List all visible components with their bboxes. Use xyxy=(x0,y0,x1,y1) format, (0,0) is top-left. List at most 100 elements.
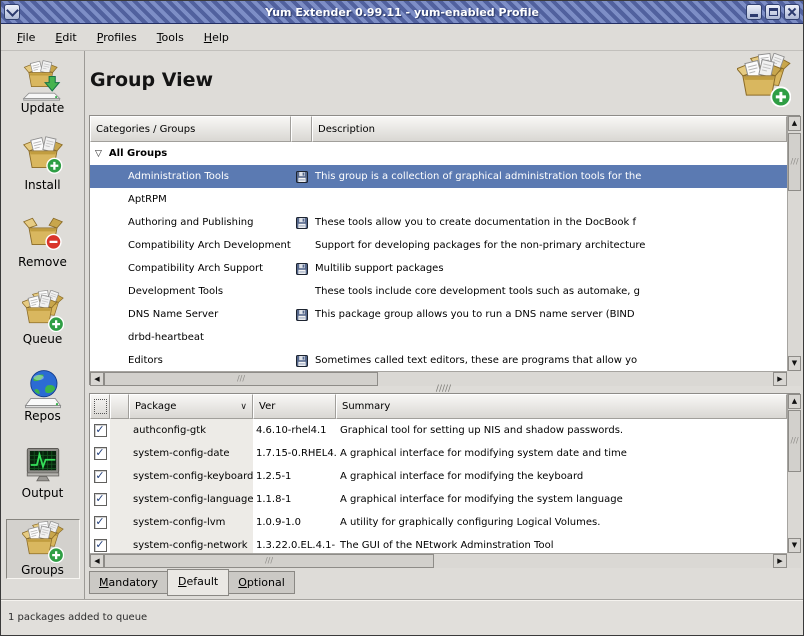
menu-file[interactable]: File xyxy=(7,27,45,48)
package-row[interactable]: ✓ system-config-lvm 1.0.9-1.0 A utility … xyxy=(90,511,787,534)
scrollbar-thumb[interactable]: /// xyxy=(104,372,378,386)
install-icon xyxy=(22,136,64,178)
package-checkbox[interactable]: ✓ xyxy=(94,539,107,552)
column-header-icon[interactable] xyxy=(291,116,312,142)
scrollbar-thumb[interactable]: /// xyxy=(104,554,434,568)
column-header-description[interactable]: Description xyxy=(312,116,787,142)
groups-icon xyxy=(22,521,64,563)
sidebar-item-update[interactable]: Update xyxy=(7,57,79,117)
package-table: Package∨ Ver Summary ✓ authconfig-gtk 4.… xyxy=(89,393,800,567)
package-vertical-scrollbar[interactable]: ▲ /// ▼ xyxy=(787,394,801,553)
sidebar: Update Install Remove Queue xyxy=(1,51,85,599)
sidebar-label: Groups xyxy=(21,563,64,577)
sidebar-item-queue[interactable]: Queue xyxy=(7,288,79,348)
expander-icon[interactable]: ▽ xyxy=(95,149,102,159)
package-row[interactable]: ✓ system-config-keyboard 1.2.5-1 A graph… xyxy=(90,465,787,488)
package-row[interactable]: ✓ system-config-network 1.3.22.0.EL.4.1-… xyxy=(90,534,787,553)
package-row[interactable]: ✓ system-config-date 1.7.15-0.RHEL4.1 A … xyxy=(90,442,787,465)
maximize-icon xyxy=(769,8,778,16)
column-header-summary[interactable]: Summary xyxy=(336,394,787,419)
group-row[interactable]: DNS Name Server This package group allow… xyxy=(90,303,787,326)
package-checkbox[interactable]: ✓ xyxy=(94,424,107,437)
sidebar-item-remove[interactable]: Remove xyxy=(7,211,79,271)
sidebar-item-output[interactable]: Output xyxy=(7,442,79,502)
group-view-icon xyxy=(737,53,791,107)
window-menu-button[interactable] xyxy=(4,4,20,20)
scroll-right-button[interactable]: ▶ xyxy=(773,372,787,386)
sidebar-label: Update xyxy=(21,101,64,115)
tree-vertical-scrollbar[interactable]: ▲ /// ▼ xyxy=(787,116,801,371)
scroll-down-button[interactable]: ▼ xyxy=(788,356,801,371)
group-row[interactable]: AptRPM xyxy=(90,188,787,211)
group-tree-header: Categories / Groups Description xyxy=(90,116,787,142)
group-row[interactable]: Compatibility Arch Support Multilib supp… xyxy=(90,257,787,280)
minimize-icon xyxy=(750,14,758,17)
content-area: Group View Categories / Groups Descripti… xyxy=(85,51,803,599)
package-row[interactable]: ✓ authconfig-gtk 4.6.10-rhel4.1 Graphica… xyxy=(90,419,787,442)
package-horizontal-scrollbar[interactable]: ◀ /// ▶ xyxy=(90,553,787,568)
package-row[interactable]: ✓ system-config-language 1.1.8-1 A graph… xyxy=(90,488,787,511)
group-row[interactable]: Compatibility Arch Development Support S… xyxy=(90,234,787,257)
column-header-blank[interactable] xyxy=(110,394,129,419)
scrollbar-thumb[interactable]: /// xyxy=(788,133,801,191)
column-header-ver[interactable]: Ver xyxy=(253,394,336,419)
titlebar[interactable]: Yum Extender 0.99.11 - yum-enabled Profi… xyxy=(1,1,803,24)
scroll-left-button[interactable]: ◀ xyxy=(90,554,104,568)
sidebar-label: Repos xyxy=(24,409,60,423)
group-row[interactable]: Authoring and Publishing These tools all… xyxy=(90,211,787,234)
menu-edit[interactable]: Edit xyxy=(45,27,86,48)
page-title: Group View xyxy=(90,69,213,91)
scroll-right-button[interactable]: ▶ xyxy=(773,554,787,568)
main-area: Update Install Remove Queue xyxy=(1,51,803,599)
package-type-tabs: Mandatory Default Optional xyxy=(89,569,294,596)
scrollbar-thumb[interactable]: /// xyxy=(788,410,801,472)
sidebar-item-groups[interactable]: Groups xyxy=(6,519,80,579)
package-checkbox[interactable]: ✓ xyxy=(94,493,107,506)
sidebar-item-install[interactable]: Install xyxy=(7,134,79,194)
yum-extender-window: Yum Extender 0.99.11 - yum-enabled Profi… xyxy=(0,0,804,636)
menubar: File Edit Profiles Tools Help xyxy=(1,24,803,51)
window-title: Yum Extender 0.99.11 - yum-enabled Profi… xyxy=(265,6,539,19)
maximize-button[interactable] xyxy=(765,4,781,20)
package-checkbox[interactable]: ✓ xyxy=(94,447,107,460)
focus-rect xyxy=(94,399,107,414)
media-icon xyxy=(296,217,308,229)
package-checkbox[interactable]: ✓ xyxy=(94,470,107,483)
update-icon xyxy=(22,59,64,101)
scroll-up-button[interactable]: ▲ xyxy=(788,394,801,409)
package-checkbox[interactable]: ✓ xyxy=(94,516,107,529)
scroll-left-button[interactable]: ◀ xyxy=(90,372,104,386)
column-header-checkbox[interactable] xyxy=(90,394,110,419)
sidebar-item-repos[interactable]: Repos xyxy=(7,365,79,425)
repos-icon xyxy=(22,367,64,409)
group-row[interactable]: ▽All Groups xyxy=(90,142,787,165)
check-icon: ✓ xyxy=(95,493,104,504)
check-icon: ✓ xyxy=(95,447,104,458)
menu-tools[interactable]: Tools xyxy=(147,27,194,48)
media-icon xyxy=(296,171,308,183)
tab-default[interactable]: Default xyxy=(167,569,229,596)
column-header-package[interactable]: Package∨ xyxy=(129,394,253,419)
chevron-down-icon xyxy=(6,4,19,17)
scroll-down-button[interactable]: ▼ xyxy=(788,538,801,553)
group-row[interactable]: Editors Sometimes called text editors, t… xyxy=(90,349,787,371)
group-row-selected[interactable]: Administration Tools This group is a col… xyxy=(90,165,787,188)
tab-optional[interactable]: Optional xyxy=(228,571,295,594)
menu-profiles[interactable]: Profiles xyxy=(87,27,147,48)
scroll-up-button[interactable]: ▲ xyxy=(788,116,801,131)
column-header-categories[interactable]: Categories / Groups xyxy=(90,116,291,142)
close-button[interactable] xyxy=(784,4,800,20)
status-text: 1 packages added to queue xyxy=(8,612,147,623)
close-icon xyxy=(787,7,797,17)
package-table-header: Package∨ Ver Summary xyxy=(90,394,787,419)
tab-mandatory[interactable]: Mandatory xyxy=(89,571,168,594)
sidebar-label: Remove xyxy=(18,255,67,269)
check-icon: ✓ xyxy=(95,424,104,435)
minimize-button[interactable] xyxy=(746,4,762,20)
scrollbar-corner xyxy=(787,553,801,568)
group-row[interactable]: Development Tools These tools include co… xyxy=(90,280,787,303)
menu-help[interactable]: Help xyxy=(194,27,239,48)
pane-splitter[interactable]: ///// xyxy=(85,385,802,393)
group-row[interactable]: drbd-heartbeat xyxy=(90,326,787,349)
output-icon xyxy=(22,444,64,486)
